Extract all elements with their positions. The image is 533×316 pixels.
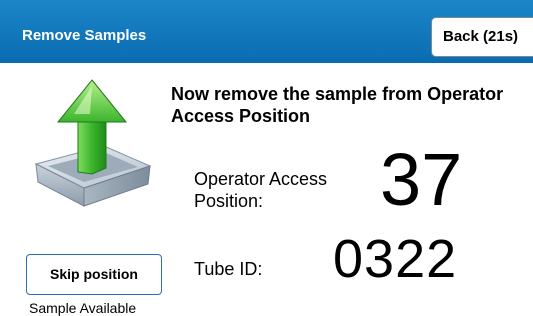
skip-position-button[interactable]: Skip position <box>26 254 162 295</box>
operator-access-position-label: Operator Access Position: <box>194 169 328 211</box>
tube-id-value: 0322 <box>333 229 458 289</box>
sample-status-text: Sample Available <box>29 300 137 316</box>
remove-samples-screen: Remove Samples Back (21s) Now remove the… <box>0 0 533 316</box>
instruction-text: Now remove the sample from Operator Acce… <box>171 84 504 126</box>
tube-id-label: Tube ID: <box>194 259 263 279</box>
back-button[interactable]: Back (21s) <box>431 17 533 57</box>
screen-title: Remove Samples <box>22 27 147 44</box>
operator-access-position-value: 37 <box>380 138 463 221</box>
tray-up-arrow-icon <box>28 74 158 214</box>
header-bar: Remove Samples Back (21s) <box>0 0 533 63</box>
